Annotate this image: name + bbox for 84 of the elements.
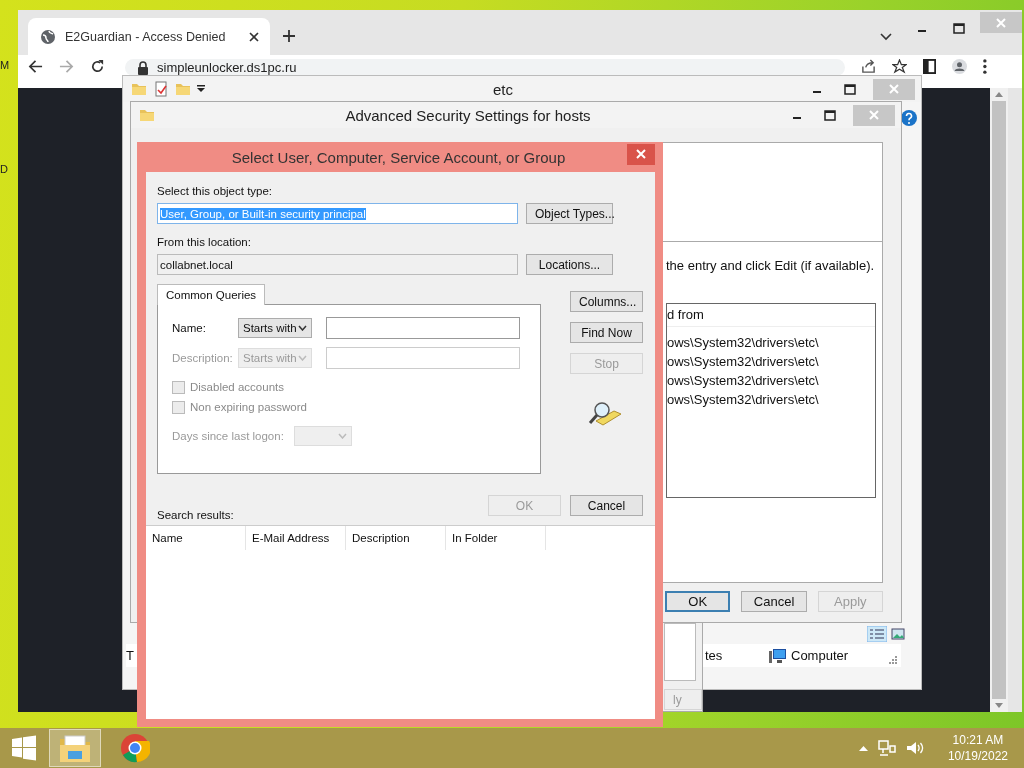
caret-up-icon[interactable]	[858, 745, 868, 751]
plus-icon[interactable]	[282, 29, 296, 43]
field-label: Description:	[172, 352, 234, 364]
results-label: Search results:	[157, 509, 234, 521]
operator-dropdown[interactable]: Starts with	[238, 318, 312, 338]
close-button[interactable]	[627, 143, 655, 165]
help-icon[interactable]	[901, 110, 917, 126]
tab-title: E2Guardian - Access Denied	[65, 29, 227, 44]
chevron-down-icon[interactable]	[880, 33, 892, 41]
object-types-button[interactable]: Object Types...	[526, 203, 613, 224]
globe-icon	[40, 28, 56, 45]
profile-icon[interactable]	[952, 59, 968, 74]
desktop-icon-label: D	[0, 163, 8, 175]
locations-button[interactable]: Locations...	[526, 254, 613, 275]
browser-tab[interactable]: E2Guardian - Access Denied	[28, 18, 270, 55]
list-cell-text: ows\System32\drivers\etc\	[667, 353, 820, 371]
dialog-button[interactable]: Cancel	[741, 591, 807, 612]
menu-icon[interactable]	[983, 59, 987, 74]
status-text: Computer	[791, 648, 850, 663]
properties-icon[interactable]	[153, 81, 169, 97]
details-view-icon[interactable]	[867, 626, 887, 642]
dialog-button[interactable]: Columns...	[570, 291, 643, 312]
magnifier-icon	[588, 401, 622, 427]
list-cell-text: ows\System32\drivers\etc\	[667, 334, 820, 352]
status-text: T	[126, 648, 135, 663]
dialog-button[interactable]: Cancel	[570, 495, 643, 516]
scroll-thumb[interactable]	[992, 101, 1006, 699]
lock-icon	[137, 60, 149, 75]
text-field[interactable]	[326, 317, 520, 339]
windows-logo-icon[interactable]	[11, 735, 37, 761]
column-header[interactable]: E-Mail Address	[246, 526, 346, 550]
location-field[interactable]: collabnet.local	[157, 254, 518, 275]
field-label: Select this object type:	[157, 184, 274, 198]
chevron-down-icon	[298, 355, 307, 361]
close-icon[interactable]	[248, 30, 260, 43]
chevron-down-icon	[298, 325, 307, 331]
back-icon[interactable]	[28, 59, 43, 74]
selected-text: User, Group, or Built-in security principal	[160, 207, 366, 220]
dialog-button[interactable]: Find Now	[570, 322, 643, 343]
resize-grip-icon[interactable]	[889, 655, 897, 664]
url-text: simpleunlocker.ds1pc.ru	[157, 60, 297, 75]
list-box	[664, 623, 696, 681]
scrollbar[interactable]	[990, 88, 1008, 712]
star-icon[interactable]	[892, 59, 907, 74]
large-icons-view-icon[interactable]	[891, 628, 905, 640]
share-icon[interactable]	[861, 59, 876, 74]
folder-icon	[139, 107, 155, 123]
forward-icon[interactable]	[59, 59, 74, 74]
list-cell-text: ows\System32\drivers\etc\	[667, 372, 820, 390]
computer-icon	[769, 647, 787, 664]
column-header[interactable]: d from	[667, 304, 875, 327]
column-header[interactable]: In Folder	[446, 526, 546, 550]
maximize-icon[interactable]	[823, 108, 837, 122]
checkbox-label: Disabled accounts	[190, 381, 284, 393]
reload-icon[interactable]	[90, 59, 105, 74]
maximize-icon[interactable]	[952, 22, 966, 35]
folder-icon	[131, 81, 147, 97]
instruction-text: the entry and click Edit (if available).	[666, 258, 876, 273]
field-label: From this location:	[157, 235, 252, 249]
volume-icon[interactable]	[905, 740, 924, 756]
scroll-down-icon[interactable]	[995, 703, 1003, 708]
checkbox-label: Non expiring password	[190, 401, 307, 413]
text-field[interactable]	[326, 347, 520, 369]
field-label: Days since last logon:	[172, 430, 284, 442]
field-label: Name:	[172, 322, 207, 334]
dropdown-icon[interactable]	[197, 85, 205, 93]
maximize-icon[interactable]	[843, 82, 857, 96]
list-cell-text: ows\System32\drivers\etc\	[667, 391, 820, 409]
window-title: etc	[492, 80, 514, 98]
chrome-icon	[120, 733, 150, 763]
scroll-up-icon[interactable]	[995, 92, 1003, 97]
chevron-down-icon	[337, 433, 347, 439]
side-panel-icon[interactable]	[923, 59, 937, 74]
desktop-icon-label: M	[0, 59, 10, 71]
column-header[interactable]: Description	[346, 526, 446, 550]
status-text: tes	[705, 648, 724, 663]
dialog-title: Select User, Computer, Service Account, or Group	[230, 148, 567, 166]
column-header[interactable]: Name	[146, 526, 246, 550]
dialog-button[interactable]: OK	[665, 591, 731, 612]
folder-icon	[59, 733, 91, 763]
taskbar-button[interactable]	[49, 729, 101, 767]
window-title: Advanced Security Settings for hosts	[344, 106, 592, 124]
network-icon[interactable]	[877, 740, 896, 756]
tab[interactable]: Common Queries	[157, 284, 266, 305]
